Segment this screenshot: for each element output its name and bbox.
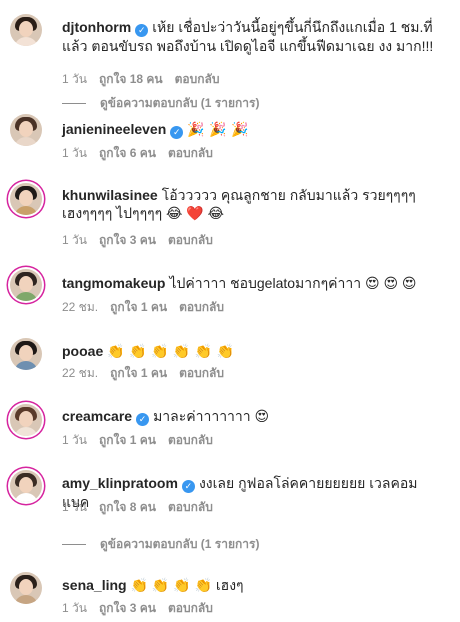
comment-body: khunwilasinee โอ้ววววว คุณลูกชาย กลับมาแล…: [62, 186, 442, 222]
comment-username[interactable]: tangmomakeup: [62, 275, 165, 291]
comment-time[interactable]: 1 วัน: [62, 233, 87, 247]
comment-username[interactable]: amy_klinpratoom: [62, 475, 178, 491]
reply-button[interactable]: ตอบกลับ: [168, 500, 213, 514]
reply-button[interactable]: ตอบกลับ: [179, 300, 224, 314]
avatar[interactable]: [10, 183, 42, 215]
avatar[interactable]: [10, 14, 42, 46]
divider-line: [62, 103, 86, 105]
comment-username[interactable]: sena_ling: [62, 577, 127, 593]
comment-meta: 1 วัน ถูกใจ 1 คน ตอบกลับ: [62, 433, 225, 447]
avatar[interactable]: [10, 114, 42, 146]
comment-meta: 1 วัน ถูกใจ 18 คน ตอบกลับ: [62, 72, 231, 86]
comment-text: 🎉 🎉 🎉: [187, 122, 249, 138]
comment-time[interactable]: 22 ชม.: [62, 366, 98, 380]
comment-meta: 1 วัน ถูกใจ 6 คน ตอบกลับ: [62, 146, 225, 160]
reply-button[interactable]: ตอบกลับ: [168, 146, 213, 160]
view-replies-button[interactable]: ดูข้อความตอบกลับ (1 รายการ): [62, 537, 259, 551]
comment-time[interactable]: 1 วัน: [62, 72, 87, 86]
reply-button[interactable]: ตอบกลับ: [168, 601, 213, 615]
comment-username[interactable]: djtonhorm: [62, 19, 131, 35]
divider-line: [62, 544, 86, 546]
comment-meta: 22 ชม. ถูกใจ 1 คน ตอบกลับ: [62, 366, 236, 380]
comment-body: janienineeleven ✓ 🎉 🎉 🎉: [62, 120, 442, 139]
comment-time[interactable]: 1 วัน: [62, 433, 87, 447]
like-count[interactable]: ถูกใจ 1 คน: [99, 433, 156, 447]
comment-text: มาละค่าาาาาาา 😍: [153, 408, 270, 424]
comment-time[interactable]: 1 วัน: [62, 146, 87, 160]
comment-meta: 1 วัน ถูกใจ 8 คน ตอบกลับ: [62, 500, 225, 514]
like-count[interactable]: ถูกใจ 3 คน: [99, 601, 156, 615]
comment-meta: 1 วัน ถูกใจ 3 คน ตอบกลับ: [62, 233, 225, 247]
reply-button[interactable]: ตอบกลับ: [168, 233, 213, 247]
like-count[interactable]: ถูกใจ 8 คน: [99, 500, 156, 514]
view-replies-label: ดูข้อความตอบกลับ (1 รายการ): [100, 96, 260, 110]
avatar[interactable]: [10, 404, 42, 436]
comment-time[interactable]: 22 ชม.: [62, 300, 98, 314]
comment-text: 👏 👏 👏 👏 เฮงๆ: [130, 577, 244, 593]
reply-button[interactable]: ตอบกลับ: [175, 72, 220, 86]
comment-username[interactable]: janienineeleven: [62, 121, 166, 137]
comment-text: 👏 👏 👏 👏 👏 👏: [107, 344, 235, 360]
reply-button[interactable]: ตอบกลับ: [179, 366, 224, 380]
comment-meta: 22 ชม. ถูกใจ 1 คน ตอบกลับ: [62, 300, 236, 314]
comment-username[interactable]: creamcare: [62, 408, 132, 424]
avatar[interactable]: [10, 470, 42, 502]
comment-meta: 1 วัน ถูกใจ 3 คน ตอบกลับ: [62, 601, 225, 615]
comment-body: sena_ling 👏 👏 👏 👏 เฮงๆ: [62, 576, 442, 594]
avatar[interactable]: [10, 269, 42, 301]
comment-text: ไปค่าาาา ชอบgelatoมากๆค่าาา 😍 😍 😍: [169, 275, 417, 291]
like-count[interactable]: ถูกใจ 6 คน: [99, 146, 156, 160]
verified-badge-icon: ✓: [181, 480, 195, 493]
like-count[interactable]: ถูกใจ 18 คน: [99, 72, 163, 86]
comment-body: tangmomakeup ไปค่าาาา ชอบgelatoมากๆค่าาา …: [62, 274, 442, 292]
comment-body: creamcare ✓ มาละค่าาาาาาา 😍: [62, 407, 442, 426]
like-count[interactable]: ถูกใจ 1 คน: [110, 300, 167, 314]
avatar[interactable]: [10, 572, 42, 604]
view-replies-button[interactable]: ดูข้อความตอบกลับ (1 รายการ): [62, 96, 259, 110]
comment-username[interactable]: pooae: [62, 343, 103, 359]
verified-badge-icon: ✓: [135, 24, 149, 37]
verified-badge-icon: ✓: [136, 413, 150, 426]
reply-button[interactable]: ตอบกลับ: [168, 433, 213, 447]
comment-body: pooae 👏 👏 👏 👏 👏 👏: [62, 342, 442, 361]
comment-body: djtonhorm ✓ เห้ย เชื่อปะว่าวันนี้อยู่ๆขึ้น…: [62, 18, 442, 55]
comment-time[interactable]: 1 วัน: [62, 601, 87, 615]
like-count[interactable]: ถูกใจ 1 คน: [110, 366, 167, 380]
view-replies-label: ดูข้อความตอบกลับ (1 รายการ): [100, 537, 260, 551]
avatar[interactable]: [10, 338, 42, 370]
comment-time[interactable]: 1 วัน: [62, 500, 87, 514]
comment-username[interactable]: khunwilasinee: [62, 187, 158, 203]
like-count[interactable]: ถูกใจ 3 คน: [99, 233, 156, 247]
verified-badge-icon: ✓: [170, 126, 184, 139]
